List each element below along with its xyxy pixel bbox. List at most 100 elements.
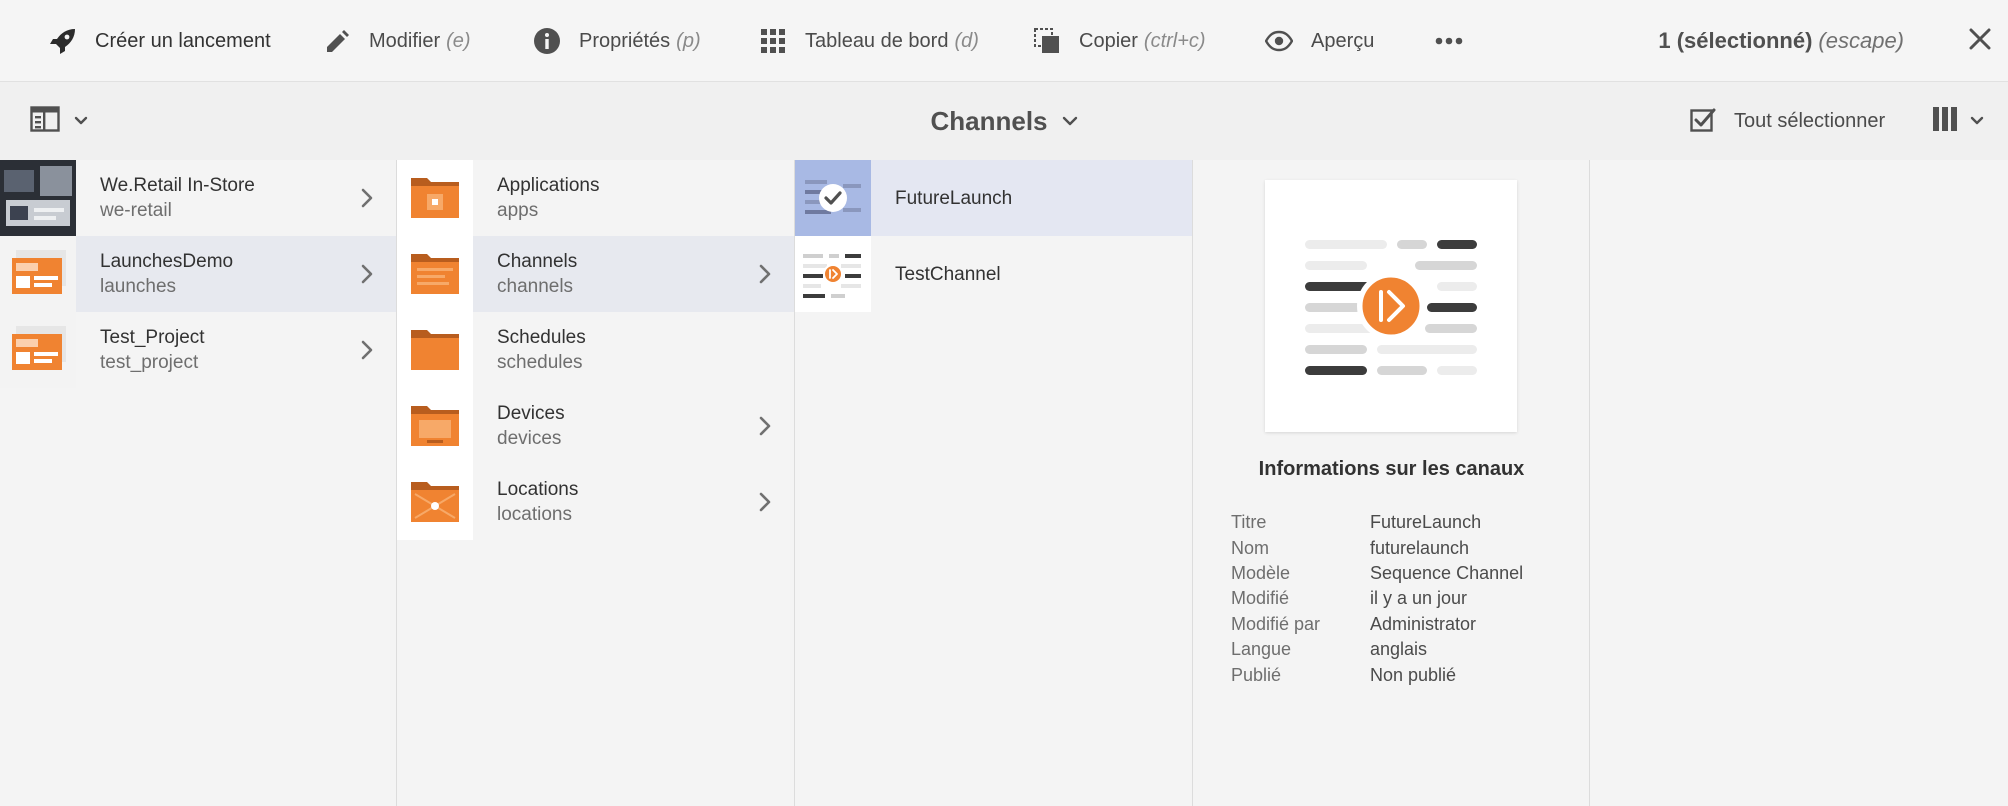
list-item-selected[interactable]: FutureLaunch bbox=[795, 160, 1192, 236]
item-title: TestChannel bbox=[895, 263, 1001, 285]
grid-icon bbox=[758, 26, 788, 56]
list-item[interactable]: Schedules schedules bbox=[397, 312, 794, 388]
chevron-right-icon bbox=[758, 490, 772, 514]
chevron-right-icon bbox=[360, 262, 374, 286]
metadata-row: Modifié par Administrator bbox=[1231, 612, 1523, 637]
metadata-value: il y a un jour bbox=[1370, 588, 1468, 609]
metadata-row: Titre FutureLaunch bbox=[1231, 510, 1523, 535]
folder-icon bbox=[397, 236, 473, 312]
rail-toggle-button[interactable] bbox=[30, 104, 88, 138]
metadata-key: Modèle bbox=[1231, 562, 1291, 583]
close-selection-button[interactable] bbox=[1960, 0, 2000, 82]
item-name: devices bbox=[497, 428, 562, 449]
thumbnail-testchannel bbox=[795, 236, 871, 312]
metadata-key: Langue bbox=[1231, 639, 1292, 660]
item-title: Locations bbox=[497, 479, 579, 500]
item-title: Schedules bbox=[497, 327, 586, 348]
more-button[interactable] bbox=[1434, 0, 1481, 82]
create-launch-button[interactable]: Créer un lancement bbox=[48, 0, 271, 82]
column-view-icon bbox=[1932, 106, 1958, 137]
list-item[interactable]: Test_Project test_project bbox=[0, 312, 396, 388]
item-title: Devices bbox=[497, 403, 565, 424]
metadata-key: Publié bbox=[1231, 664, 1282, 685]
item-texts: Locations locations bbox=[497, 477, 578, 527]
list-item[interactable]: We.Retail In-Store we-retail bbox=[0, 160, 396, 236]
select-all-button[interactable]: Tout sélectionner bbox=[1690, 82, 1885, 160]
column-preview: Informations sur les canaux Titre Future… bbox=[1193, 160, 1590, 806]
edit-shortcut: (e) bbox=[446, 29, 471, 52]
eye-icon bbox=[1264, 26, 1294, 56]
metadata-row: Modifié il y a un jour bbox=[1231, 586, 1523, 611]
metadata-value: anglais bbox=[1370, 639, 1428, 660]
properties-button[interactable]: Propriétés (p) bbox=[532, 0, 701, 82]
metadata-key: Titre bbox=[1231, 512, 1267, 533]
item-texts: Devices devices bbox=[497, 401, 565, 451]
item-texts: FutureLaunch bbox=[895, 186, 1012, 211]
preview-label: Aperçu bbox=[1311, 29, 1375, 52]
item-title: Channels bbox=[497, 251, 578, 272]
metadata-row: Publié Non publié bbox=[1231, 662, 1523, 687]
list-item[interactable]: Channels channels bbox=[397, 236, 794, 312]
dashboard-label: Tableau de bord bbox=[805, 29, 949, 52]
list-item[interactable]: Applications apps bbox=[397, 160, 794, 236]
escape-hint: (escape) bbox=[1818, 28, 1904, 53]
metadata-row: Modèle Sequence Channel bbox=[1231, 561, 1523, 586]
channel-preview-card bbox=[1265, 180, 1517, 432]
view-chevron-down-icon bbox=[1970, 116, 1984, 126]
chevron-right-icon bbox=[758, 262, 772, 286]
chevron-right-icon bbox=[360, 186, 374, 210]
item-texts: Channels channels bbox=[497, 249, 577, 299]
thumbnail-test-project bbox=[0, 312, 76, 388]
action-bar: Créer un lancement Modifier (e) Propriét… bbox=[0, 0, 2008, 82]
column-empty bbox=[1590, 160, 2008, 806]
dashboard-button[interactable]: Tableau de bord (d) bbox=[758, 0, 979, 82]
list-item[interactable]: TestChannel bbox=[795, 236, 1192, 312]
item-name: locations bbox=[497, 504, 572, 525]
view-switcher[interactable] bbox=[1932, 82, 1984, 160]
checkbox-icon bbox=[1690, 106, 1716, 137]
metadata-row: Langue anglais bbox=[1231, 637, 1523, 662]
chevron-right-icon bbox=[758, 414, 772, 438]
info-icon bbox=[532, 26, 562, 56]
copy-label: Copier bbox=[1079, 29, 1138, 52]
thumbnail-futurelaunch bbox=[795, 160, 871, 236]
folder-icon bbox=[397, 388, 473, 464]
preview-heading: Informations sur les canaux bbox=[1258, 458, 1525, 480]
preview-button[interactable]: Aperçu bbox=[1264, 0, 1374, 82]
list-item[interactable]: LaunchesDemo launches bbox=[0, 236, 396, 312]
item-name: apps bbox=[497, 200, 539, 221]
column-projects: We.Retail In-Store we-retail LaunchesDem… bbox=[0, 160, 397, 806]
column-view: We.Retail In-Store we-retail LaunchesDem… bbox=[0, 160, 2008, 806]
item-title: FutureLaunch bbox=[895, 187, 1013, 209]
item-title: Test_Project bbox=[100, 327, 205, 348]
folder-icon bbox=[397, 312, 473, 388]
folder-icon bbox=[397, 464, 473, 540]
item-title: We.Retail In-Store bbox=[100, 175, 255, 196]
copy-icon bbox=[1032, 26, 1062, 56]
metadata-value: Non publié bbox=[1370, 664, 1457, 685]
item-texts: TestChannel bbox=[895, 262, 1001, 287]
metadata-value: futurelaunch bbox=[1370, 537, 1470, 558]
edit-label: Modifier bbox=[369, 29, 441, 52]
metadata-key: Modifié par bbox=[1231, 613, 1321, 634]
create-launch-label: Créer un lancement bbox=[95, 29, 271, 52]
select-all-label: Tout sélectionner bbox=[1734, 109, 1886, 132]
edit-button[interactable]: Modifier (e) bbox=[322, 0, 471, 82]
more-icon bbox=[1434, 26, 1464, 56]
metadata-value: Sequence Channel bbox=[1370, 562, 1524, 583]
rocket-icon bbox=[48, 26, 78, 56]
copy-shortcut: (ctrl+c) bbox=[1143, 29, 1206, 52]
copy-button[interactable]: Copier (ctrl+c) bbox=[1032, 0, 1206, 82]
thumbnail-we-retail bbox=[0, 160, 76, 236]
page-title: Channels bbox=[930, 105, 1048, 136]
thumbnail-launchesdemo bbox=[0, 236, 76, 312]
item-texts: Applications apps bbox=[497, 173, 599, 223]
side-panel-icon bbox=[30, 105, 60, 137]
item-name: schedules bbox=[497, 352, 583, 373]
list-item[interactable]: Locations locations bbox=[397, 464, 794, 540]
item-texts: We.Retail In-Store we-retail bbox=[100, 173, 255, 223]
title-chevron-down-icon[interactable] bbox=[1062, 116, 1078, 126]
pencil-icon bbox=[322, 26, 352, 56]
item-title: Applications bbox=[497, 175, 600, 196]
list-item[interactable]: Devices devices bbox=[397, 388, 794, 464]
